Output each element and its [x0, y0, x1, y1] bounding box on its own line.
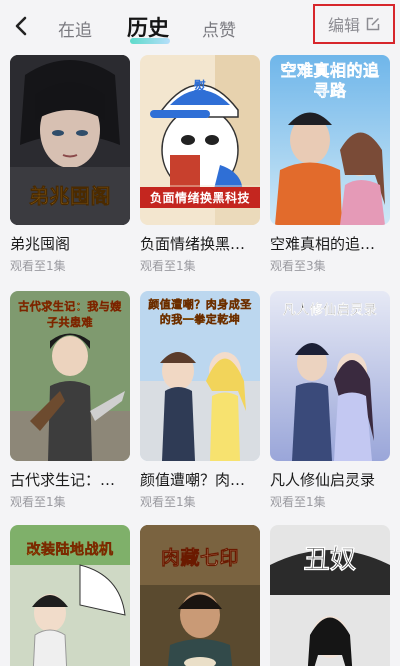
- poster-title-text: 凡人修仙启灵录: [282, 303, 378, 318]
- tab-following[interactable]: 在追: [58, 16, 92, 41]
- drama-card[interactable]: 弟兆囤阁 弟兆囤阁 观看至1集: [10, 55, 130, 273]
- poster-title-text: 肉藏七印: [160, 547, 239, 570]
- drama-poster[interactable]: 颜值遭嘲？肉身成圣的我一拳定乾坤: [140, 291, 260, 461]
- top-bar: 在追 历史 点赞 编辑: [0, 0, 400, 52]
- cap-emblem-text: 熨: [193, 79, 207, 93]
- drama-title: 负面情绪换黑…: [140, 235, 246, 253]
- drama-card[interactable]: 丑奴: [270, 525, 390, 666]
- poster-title-text: 负面情绪换黑科技: [140, 187, 260, 208]
- drama-title: 颜值遭嘲？肉…: [140, 471, 246, 489]
- poster-title-text: 古代求生记：我与嫂子共患难: [18, 300, 122, 329]
- tab-history[interactable]: 历史: [127, 12, 169, 42]
- drama-card[interactable]: 改装陆地战机: [10, 525, 130, 666]
- poster-title-text: 颜值遭嘲？肉身成圣的我一拳定乾坤: [148, 298, 252, 326]
- drama-card[interactable]: 古代求生记：我与嫂子共患难 古代求生记：… 观看至1集: [10, 291, 130, 509]
- drama-title: 弟兆囤阁: [10, 235, 71, 253]
- drama-poster[interactable]: 凡人修仙启灵录: [270, 291, 390, 461]
- back-button[interactable]: [10, 14, 32, 38]
- edit-label: 编辑: [327, 16, 360, 35]
- edit-icon: [366, 17, 380, 31]
- watch-progress: 观看至1集: [140, 495, 196, 509]
- watch-progress: 观看至1集: [10, 259, 66, 273]
- watch-progress: 观看至1集: [10, 495, 66, 509]
- drama-poster[interactable]: 改装陆地战机: [10, 525, 130, 666]
- drama-card[interactable]: 肉藏七印: [140, 525, 260, 666]
- drama-card[interactable]: 凡人修仙启灵录 凡人修仙启灵录 观看至1集: [270, 291, 390, 509]
- drama-title: 空难真相的追…: [270, 235, 376, 253]
- drama-poster[interactable]: 弟兆囤阁: [10, 55, 130, 225]
- drama-poster[interactable]: 熨 负面情绪换黑科技: [140, 55, 260, 225]
- drama-title: 凡人修仙启灵录: [270, 471, 376, 489]
- drama-poster[interactable]: 空难真相的追寻路: [270, 55, 390, 225]
- poster-title-text: 改装陆地战机: [26, 542, 114, 559]
- watch-progress: 观看至1集: [140, 259, 196, 273]
- drama-card[interactable]: 颜值遭嘲？肉身成圣的我一拳定乾坤 颜值遭嘲？肉… 观看至1集: [140, 291, 260, 509]
- edit-button[interactable]: 编辑: [313, 4, 395, 44]
- tab-likes[interactable]: 点赞: [202, 16, 236, 41]
- poster-title-text: 空难真相的追寻路: [280, 61, 380, 101]
- drama-poster[interactable]: 丑奴: [270, 525, 390, 666]
- drama-poster[interactable]: 古代求生记：我与嫂子共患难: [10, 291, 130, 461]
- drama-card[interactable]: 空难真相的追寻路 空难真相的追… 观看至3集: [270, 55, 390, 273]
- watch-progress: 观看至1集: [270, 495, 326, 509]
- poster-title-text: 丑奴: [303, 545, 357, 576]
- watch-progress: 观看至3集: [270, 259, 326, 273]
- poster-title-text: 弟兆囤阁: [29, 184, 111, 209]
- drama-card[interactable]: 熨 负面情绪换黑科技 负面情绪换黑… 观看至1集: [140, 55, 260, 273]
- drama-title: 古代求生记：…: [10, 471, 116, 489]
- drama-poster[interactable]: 肉藏七印: [140, 525, 260, 666]
- chevron-left-icon: [15, 16, 27, 36]
